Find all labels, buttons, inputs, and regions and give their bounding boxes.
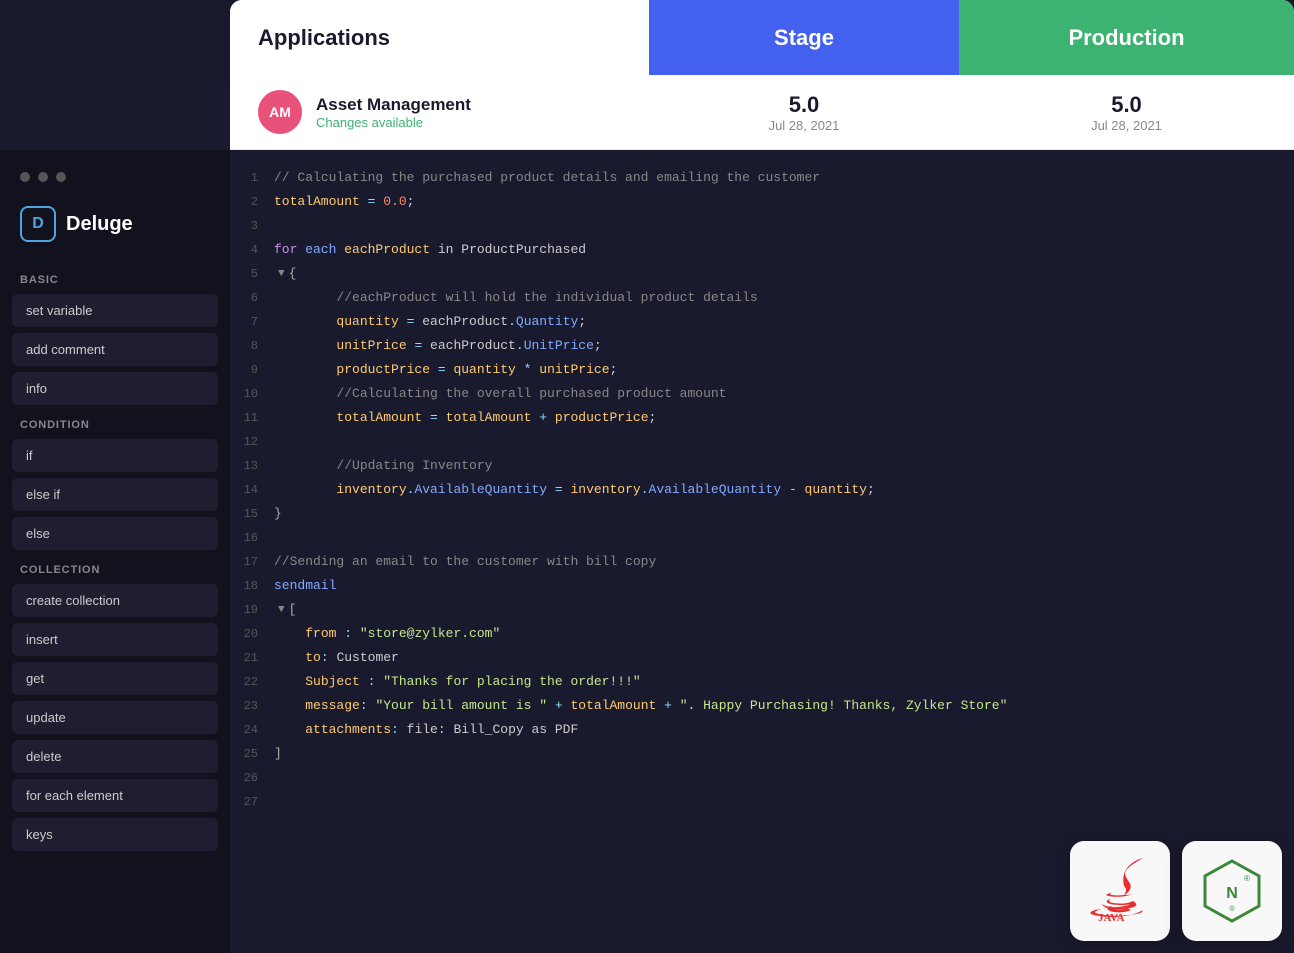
java-icon-box: JAVA [1070,841,1170,941]
code-line-2: 2 totalAmount = 0.0; [230,190,1294,214]
section-condition: CONDITION [12,411,218,435]
stage-version-cell: 5.0 Jul 28, 2021 [649,92,959,133]
btn-set-variable[interactable]: set variable [12,294,218,327]
sidebar: D Deluge BASIC set variable add comment … [0,150,230,953]
dot-3 [56,172,66,182]
btn-get[interactable]: get [12,662,218,695]
code-line-15: 15 } [230,502,1294,526]
code-line-18: 18 sendmail [230,574,1294,598]
btn-keys[interactable]: keys [12,818,218,851]
prod-version: 5.0 [1111,92,1142,118]
btn-info[interactable]: info [12,372,218,405]
nodejs-icon-box: N ® ® [1182,841,1282,941]
btn-else[interactable]: else [12,517,218,550]
brand-name: Deluge [66,213,133,236]
code-line-12: 12 [230,430,1294,454]
btn-if[interactable]: if [12,439,218,472]
prod-version-cell: 5.0 Jul 28, 2021 [959,92,1294,133]
section-basic: BASIC [12,266,218,290]
code-line-21: 21 to: Customer [230,646,1294,670]
code-line-7: 7 quantity = eachProduct.Quantity; [230,310,1294,334]
prod-date: Jul 28, 2021 [1091,118,1162,133]
btn-delete[interactable]: delete [12,740,218,773]
code-line-4: 4 for each eachProduct in ProductPurchas… [230,238,1294,262]
code-line-1: 1 // Calculating the purchased product d… [230,166,1294,190]
code-line-8: 8 unitPrice = eachProduct.UnitPrice; [230,334,1294,358]
code-line-20: 20 from : "store@zylker.com" [230,622,1294,646]
code-line-11: 11 totalAmount = totalAmount + productPr… [230,406,1294,430]
code-line-22: 22 Subject : "Thanks for placing the ord… [230,670,1294,694]
window-controls [12,166,218,198]
brand: D Deluge [12,202,218,262]
app-name: Asset Management [316,95,471,115]
code-line-27: 27 [230,790,1294,814]
btn-create-collection[interactable]: create collection [12,584,218,617]
code-line-9: 9 productPrice = quantity * unitPrice; [230,358,1294,382]
code-line-10: 10 //Calculating the overall purchased p… [230,382,1294,406]
code-line-24: 24 attachments: file: Bill_Copy as PDF [230,718,1294,742]
avatar: AM [258,90,302,134]
code-line-23: 23 message: "Your bill amount is " + tot… [230,694,1294,718]
svg-text:®: ® [1229,905,1235,913]
brand-icon: D [20,206,56,242]
stage-tab[interactable]: Stage [649,0,959,75]
btn-insert[interactable]: insert [12,623,218,656]
code-line-13: 13 //Updating Inventory [230,454,1294,478]
app-changes: Changes available [316,115,471,130]
code-line-25: 25 ] [230,742,1294,766]
code-line-16: 16 [230,526,1294,550]
code-line-6: 6 //eachProduct will hold the individual… [230,286,1294,310]
dot-1 [20,172,30,182]
svg-text:®: ® [1244,874,1250,883]
svg-text:N: N [1226,885,1238,902]
app-info: AM Asset Management Changes available [230,90,649,134]
section-collection: COLLECTION [12,556,218,580]
code-line-5: 5 ▼ { [230,262,1294,286]
btn-update[interactable]: update [12,701,218,734]
tech-icons: JAVA N ® ® [1058,829,1294,953]
code-line-3: 3 [230,214,1294,238]
stage-date: Jul 28, 2021 [769,118,840,133]
btn-for-each-element[interactable]: for each element [12,779,218,812]
applications-tab[interactable]: Applications [230,0,649,75]
code-line-26: 26 [230,766,1294,790]
btn-else-if[interactable]: else if [12,478,218,511]
stage-version: 5.0 [789,92,820,118]
svg-text:JAVA: JAVA [1098,912,1125,924]
code-line-19: 19 ▼ [ [230,598,1294,622]
dot-2 [38,172,48,182]
code-editor[interactable]: 1 // Calculating the purchased product d… [230,150,1294,953]
code-line-14: 14 inventory.AvailableQuantity = invento… [230,478,1294,502]
nodejs-icon: N ® ® [1197,856,1267,926]
production-tab[interactable]: Production [959,0,1294,75]
btn-add-comment[interactable]: add comment [12,333,218,366]
code-line-17: 17 //Sending an email to the customer wi… [230,550,1294,574]
java-icon: JAVA [1090,856,1150,926]
